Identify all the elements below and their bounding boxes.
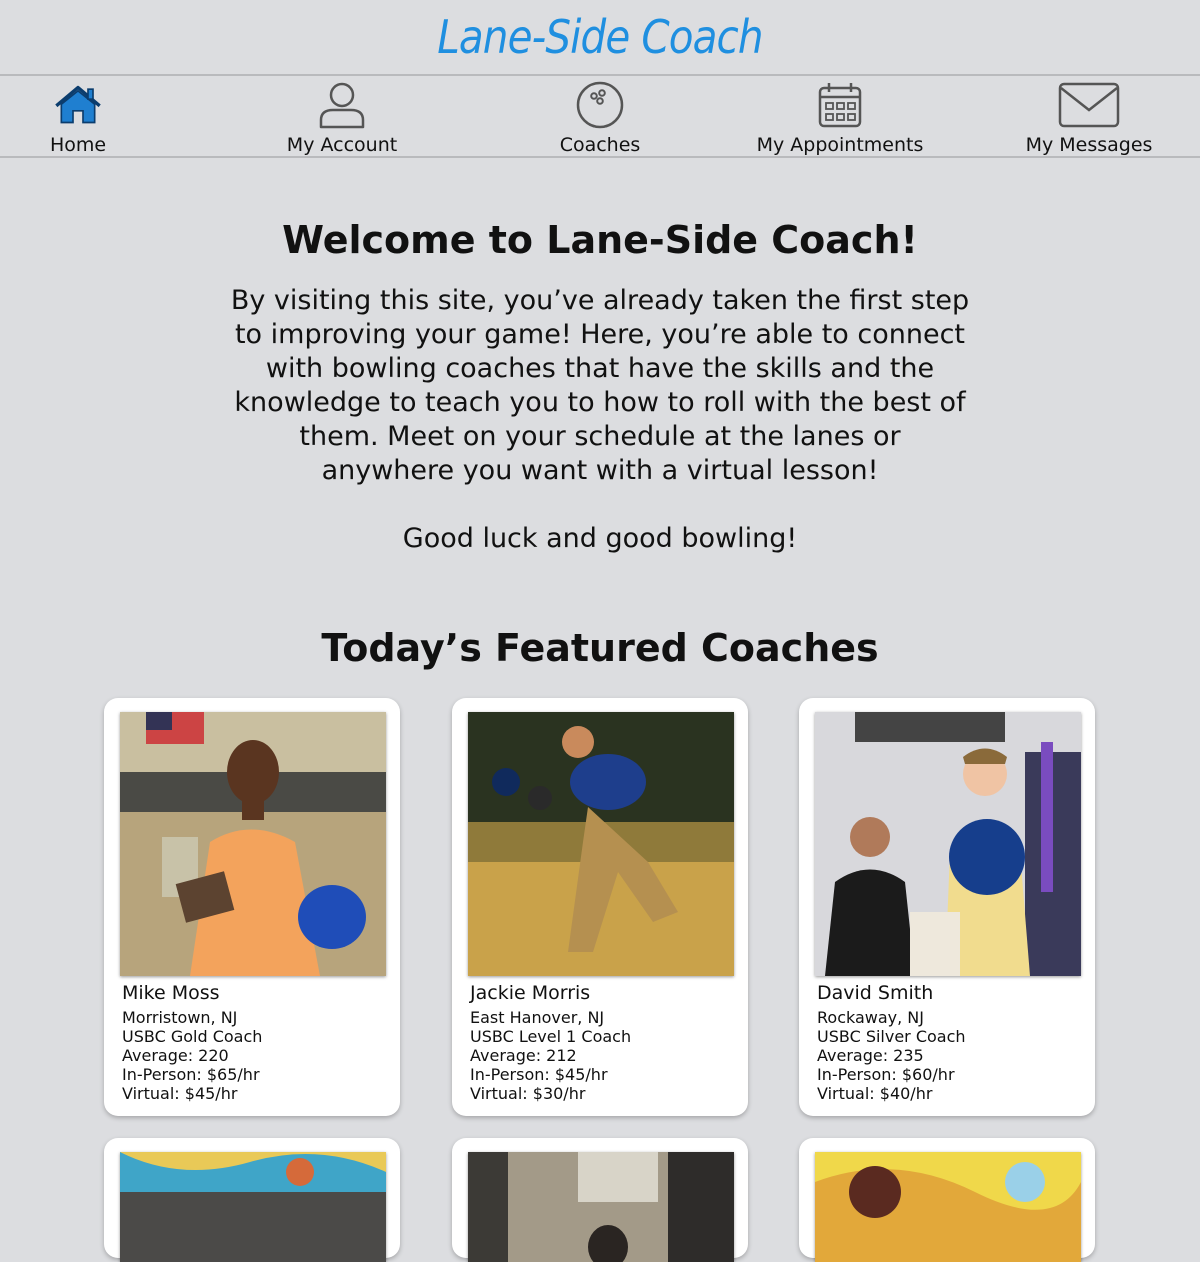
coach-card[interactable] bbox=[452, 1138, 748, 1262]
coach-virtual-rate: Virtual: $30/hr bbox=[470, 1084, 586, 1103]
coach-photo bbox=[815, 712, 1081, 976]
coach-card[interactable]: David Smith Rockaway, NJ USBC Silver Coa… bbox=[799, 698, 1095, 1116]
coach-card[interactable]: Jackie Morris East Hanover, NJ USBC Leve… bbox=[452, 698, 748, 1116]
welcome-signoff: Good luck and good bowling! bbox=[402, 523, 798, 554]
nav-my-appointments-label: My Appointments bbox=[756, 134, 924, 156]
calendar-icon bbox=[818, 83, 862, 128]
coach-photo bbox=[120, 1152, 386, 1262]
coach-name: David Smith bbox=[817, 982, 934, 1004]
home-icon bbox=[55, 85, 101, 124]
coach-details: Morristown, NJ USBC Gold Coach Average: … bbox=[122, 1008, 262, 1103]
coach-details: Rockaway, NJ USBC Silver Coach Average: … bbox=[817, 1008, 966, 1103]
coach-in-person-rate: In-Person: $65/hr bbox=[122, 1065, 260, 1084]
coach-in-person-rate: In-Person: $60/hr bbox=[817, 1065, 955, 1084]
coach-level: USBC Gold Coach bbox=[122, 1027, 263, 1046]
welcome-section: Welcome to Lane-Side Coach! By visiting … bbox=[0, 218, 1200, 556]
nav-coaches-label: Coaches bbox=[559, 134, 641, 156]
featured-heading: Today’s Featured Coaches bbox=[321, 626, 879, 670]
coach-average: Average: 212 bbox=[470, 1046, 577, 1065]
coach-details: East Hanover, NJ USBC Level 1 Coach Aver… bbox=[470, 1008, 631, 1103]
coach-level: USBC Level 1 Coach bbox=[470, 1027, 632, 1046]
nav-my-account-label: My Account bbox=[286, 134, 398, 156]
coach-in-person-rate: In-Person: $45/hr bbox=[470, 1065, 608, 1084]
coach-card[interactable] bbox=[799, 1138, 1095, 1262]
coach-average: Average: 235 bbox=[817, 1046, 924, 1065]
welcome-body: By visiting this site, you’ve already ta… bbox=[230, 285, 970, 486]
coach-level: USBC Silver Coach bbox=[817, 1027, 966, 1046]
app-logo[interactable]: Lane-Side Coach bbox=[437, 10, 763, 64]
coach-card[interactable]: Mike Moss Morristown, NJ USBC Gold Coach… bbox=[104, 698, 400, 1116]
envelope-icon bbox=[1058, 82, 1120, 128]
coach-average: Average: 220 bbox=[122, 1046, 229, 1065]
nav-my-messages-label: My Messages bbox=[1025, 134, 1153, 156]
nav-coaches[interactable]: Coaches bbox=[480, 78, 720, 156]
coach-location: East Hanover, NJ bbox=[470, 1008, 605, 1027]
coach-name: Mike Moss bbox=[122, 982, 220, 1004]
nav-home[interactable]: Home bbox=[0, 78, 198, 156]
nav-my-appointments[interactable]: My Appointments bbox=[720, 78, 960, 156]
coach-photo bbox=[468, 1152, 734, 1262]
app-header: Lane-Side Coach bbox=[0, 0, 1200, 76]
coach-virtual-rate: Virtual: $45/hr bbox=[122, 1084, 238, 1103]
nav-my-account[interactable]: My Account bbox=[222, 78, 462, 156]
coach-photo bbox=[120, 712, 386, 976]
nav-my-messages[interactable]: My Messages bbox=[969, 78, 1200, 156]
welcome-heading: Welcome to Lane-Side Coach! bbox=[282, 218, 918, 262]
coach-card[interactable] bbox=[104, 1138, 400, 1262]
coach-location: Morristown, NJ bbox=[122, 1008, 238, 1027]
bowling-ball-icon bbox=[576, 81, 624, 129]
coach-photo bbox=[815, 1152, 1081, 1262]
account-icon bbox=[319, 82, 365, 129]
coach-virtual-rate: Virtual: $40/hr bbox=[817, 1084, 933, 1103]
nav-home-label: Home bbox=[49, 134, 107, 156]
coach-photo bbox=[468, 712, 734, 976]
coach-location: Rockaway, NJ bbox=[817, 1008, 924, 1027]
coach-name: Jackie Morris bbox=[470, 982, 591, 1004]
